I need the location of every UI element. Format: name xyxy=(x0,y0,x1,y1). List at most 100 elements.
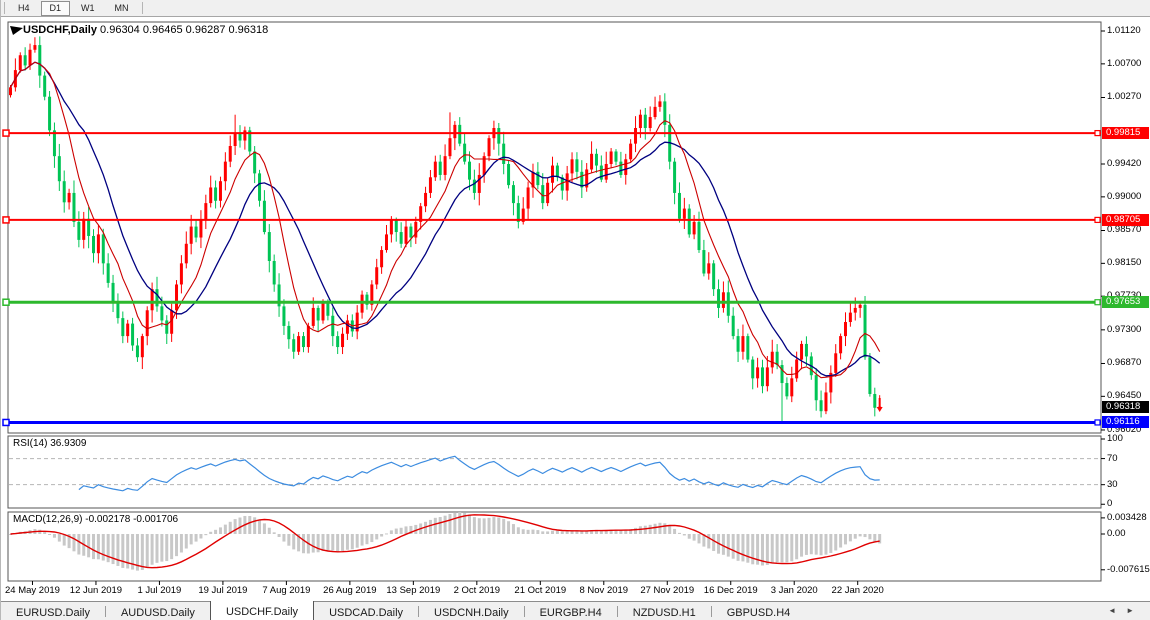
macd-histogram-bar xyxy=(663,523,666,534)
line-right-handle[interactable] xyxy=(1095,300,1100,305)
candle-body xyxy=(409,227,412,238)
candle-body xyxy=(644,115,647,128)
price-level-badge[interactable]: 0.96116 xyxy=(1102,416,1149,428)
line-left-handle[interactable] xyxy=(3,217,9,223)
macd-histogram-bar xyxy=(698,534,701,543)
chart-tab-eurusd-daily[interactable]: EURUSD.Daily xyxy=(1,602,105,620)
macd-histogram-bar xyxy=(199,534,202,538)
price-axis-label: 1.01120 xyxy=(1107,26,1141,36)
macd-histogram-bar xyxy=(63,534,66,546)
candle-body xyxy=(72,193,75,222)
candle-body xyxy=(610,151,613,164)
candle-body xyxy=(849,313,852,322)
chart-tab-audusd-daily[interactable]: AUDUSD.Daily xyxy=(106,602,210,620)
chart-tab-gbpusd-h4[interactable]: GBPUSD.H4 xyxy=(712,602,806,620)
candle-body xyxy=(24,55,27,65)
macd-histogram-bar xyxy=(48,534,51,535)
candle-body xyxy=(693,222,696,235)
candle-body xyxy=(224,162,227,182)
macd-histogram-bar xyxy=(326,534,329,550)
candle-body xyxy=(683,209,686,219)
line-left-handle[interactable] xyxy=(3,419,9,425)
macd-histogram-bar xyxy=(468,515,471,534)
macd-histogram-bar xyxy=(805,534,808,555)
macd-histogram-bar xyxy=(712,534,715,551)
chart-title: USDCHF,Daily 0.96304 0.96465 0.96287 0.9… xyxy=(23,24,268,36)
line-right-handle[interactable] xyxy=(1095,217,1100,222)
candle-body xyxy=(317,308,320,321)
candle-body xyxy=(87,219,90,236)
price-level-badge[interactable]: 0.97653 xyxy=(1102,296,1149,308)
candle-body xyxy=(766,367,769,386)
macd-histogram-bar xyxy=(370,534,373,542)
candle-body xyxy=(507,164,510,185)
macd-histogram-bar xyxy=(522,529,525,534)
chart-tab-usdcnh-daily[interactable]: USDCNH.Daily xyxy=(419,602,524,620)
macd-histogram-bar xyxy=(400,528,403,534)
chart-tab-eurgbp-h4[interactable]: EURGBP.H4 xyxy=(525,602,617,620)
tab-scroll-right-icon[interactable]: ► xyxy=(1126,606,1144,615)
candle-body xyxy=(58,156,61,181)
line-right-handle[interactable] xyxy=(1095,131,1100,136)
macd-histogram-bar xyxy=(155,534,158,563)
candle-body xyxy=(634,128,637,144)
macd-histogram-bar xyxy=(263,523,266,534)
trading-terminal-window: H4D1W1MN USDCHF,Daily 0.96304 0.96465 0.… xyxy=(0,0,1150,620)
macd-histogram-bar xyxy=(673,529,676,534)
macd-histogram-bar xyxy=(688,534,691,539)
candle-body xyxy=(429,177,432,193)
candle-body xyxy=(307,326,310,347)
macd-histogram-bar xyxy=(751,534,754,564)
tab-scroll-left-icon[interactable]: ◄ xyxy=(1108,606,1126,615)
candle-body xyxy=(707,263,710,273)
chart-tab-usdchf-daily[interactable]: USDCHF.Daily xyxy=(210,601,314,620)
macd-histogram-bar xyxy=(302,534,305,553)
macd-histogram-bar xyxy=(707,534,710,548)
candle-body xyxy=(439,162,442,175)
candle-body xyxy=(229,146,232,162)
chart-tab-nzdusd-h1[interactable]: NZDUSD.H1 xyxy=(618,602,711,620)
price-axis-label: 0.98150 xyxy=(1107,258,1141,268)
macd-histogram-bar xyxy=(488,518,491,534)
line-right-handle[interactable] xyxy=(1095,420,1100,425)
line-left-handle[interactable] xyxy=(3,130,9,136)
macd-histogram-bar xyxy=(268,528,271,534)
candle-body xyxy=(121,318,124,336)
price-axis-label: 0.98570 xyxy=(1107,225,1141,235)
macd-histogram-bar xyxy=(224,525,227,534)
macd-histogram-bar xyxy=(87,534,90,557)
candle-body xyxy=(243,130,246,140)
candle-body xyxy=(639,115,642,128)
macd-indicator-label: MACD(12,26,9) -0.002178 -0.001706 xyxy=(13,514,178,525)
candle-body xyxy=(468,162,471,180)
candle-body xyxy=(673,162,676,193)
chart-canvas[interactable] xyxy=(1,0,1150,620)
candle-body xyxy=(29,50,32,66)
line-left-handle[interactable] xyxy=(3,299,9,305)
rsi-pane[interactable] xyxy=(8,436,1101,508)
macd-histogram-bar xyxy=(292,534,295,549)
macd-histogram-bar xyxy=(444,516,447,534)
candle-body xyxy=(473,180,476,193)
chart-tab-usdcad-daily[interactable]: USDCAD.Daily xyxy=(314,602,418,620)
price-level-badge[interactable]: 0.98705 xyxy=(1102,214,1149,226)
candle-body xyxy=(263,201,266,232)
candle-body xyxy=(722,292,725,308)
macd-histogram-bar xyxy=(658,523,661,534)
candle-body xyxy=(302,336,305,347)
candle-body xyxy=(658,101,661,106)
candle-body xyxy=(619,162,622,175)
macd-histogram-bar xyxy=(551,531,554,534)
candle-body xyxy=(761,367,764,386)
candle-body xyxy=(185,244,188,264)
main-price-pane[interactable] xyxy=(8,22,1101,433)
macd-histogram-bar xyxy=(58,534,61,542)
candle-body xyxy=(605,164,608,180)
candle-body xyxy=(488,138,491,156)
candle-body xyxy=(48,97,51,131)
macd-histogram-bar xyxy=(492,517,495,534)
candle-body xyxy=(444,156,447,175)
price-level-badge[interactable]: 0.99815 xyxy=(1102,127,1149,139)
macd-histogram-bar xyxy=(746,534,749,563)
macd-histogram-bar xyxy=(536,530,539,534)
